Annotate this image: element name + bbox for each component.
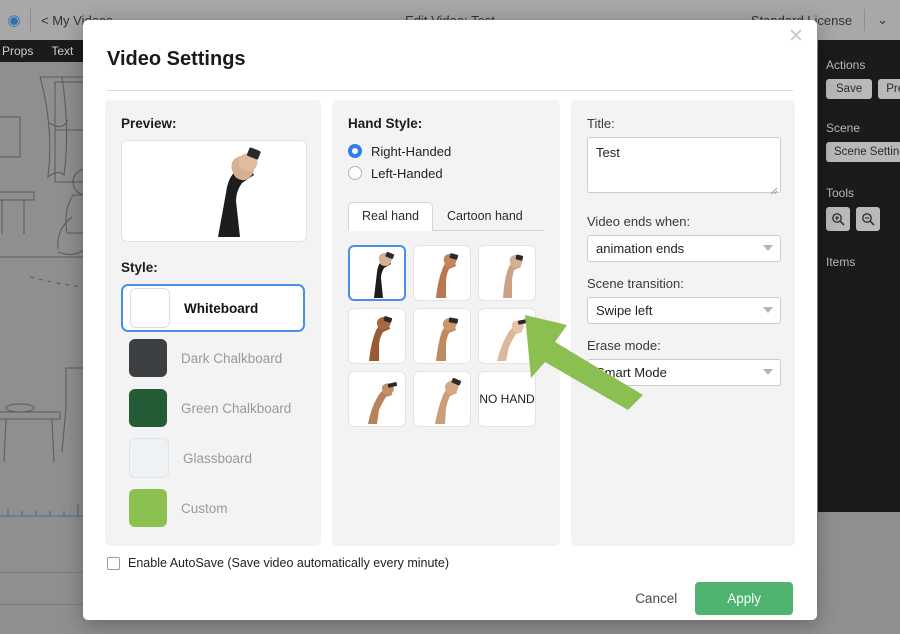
video-settings-form-panel: Title: Video ends when: animation ends S…: [571, 100, 795, 546]
preview-button[interactable]: Prev: [878, 79, 900, 99]
preview-style-panel: Preview: Style: Whiteboard Dark Chalkboa…: [105, 100, 321, 546]
zoom-out-icon[interactable]: [856, 207, 880, 231]
style-option-whiteboard[interactable]: Whiteboard: [121, 284, 305, 332]
save-button[interactable]: Save: [826, 79, 873, 99]
autosave-checkbox[interactable]: [107, 556, 120, 570]
tab-cartoon-hand[interactable]: Cartoon hand: [433, 202, 537, 231]
right-tool-panel: Actions Save Prev Scene Scene Setting To…: [818, 40, 900, 494]
hand-thumb-5[interactable]: [413, 308, 471, 364]
tools-header: Tools: [826, 186, 855, 200]
autosave-row[interactable]: Enable AutoSave (Save video automaticall…: [107, 556, 449, 570]
style-option-label: Custom: [181, 500, 228, 516]
modal-footer: Cancel Apply: [631, 582, 793, 615]
tab-text[interactable]: Text: [49, 44, 73, 58]
title-field-label: Title:: [587, 116, 615, 131]
modal-title-divider: [107, 90, 793, 91]
preview-label: Preview:: [121, 116, 177, 131]
hand-thumb-8[interactable]: [413, 371, 471, 427]
erase-mode-select[interactable]: Smart Mode: [587, 359, 781, 386]
radio-label: Right-Handed: [371, 143, 452, 159]
tools-buttons: [826, 207, 900, 231]
title-input[interactable]: [587, 137, 781, 193]
hand-thumb-7[interactable]: [348, 371, 406, 427]
modal-panels: Preview: Style: Whiteboard Dark Chalkboa…: [105, 100, 795, 546]
hand-thumb-2[interactable]: [413, 245, 471, 301]
cancel-button[interactable]: Cancel: [631, 585, 681, 612]
radio-icon: [348, 166, 362, 180]
erase-mode-label: Erase mode:: [587, 338, 661, 353]
title-field-wrap: [587, 137, 781, 198]
style-swatch: [129, 438, 169, 478]
autosave-label: Enable AutoSave (Save video automaticall…: [128, 556, 450, 570]
radio-left-handed[interactable]: Left-Handed: [348, 162, 544, 184]
hand-thumb-1[interactable]: [348, 245, 406, 301]
video-ends-select-wrap: animation ends: [587, 235, 781, 262]
hand-thumb-6[interactable]: [478, 308, 536, 364]
style-option-label: Whiteboard: [184, 300, 259, 316]
hand-thumbnail-grid: NO HAND: [348, 245, 544, 427]
preview-image: [121, 140, 307, 242]
video-ends-select[interactable]: animation ends: [587, 235, 781, 262]
radio-label: Left-Handed: [371, 165, 443, 181]
style-swatch: [129, 489, 167, 527]
style-option-label: Glassboard: [183, 450, 253, 466]
style-option-custom[interactable]: Custom: [121, 484, 305, 532]
video-ends-label: Video ends when:: [587, 214, 691, 229]
actions-header: Actions: [826, 58, 866, 72]
radio-right-handed[interactable]: Right-Handed: [348, 140, 544, 162]
hand-thumb-3[interactable]: [478, 245, 536, 301]
scene-settings-button[interactable]: Scene Setting: [826, 142, 900, 162]
zoom-in-icon[interactable]: [826, 207, 850, 231]
style-option-label: Green Chalkboard: [181, 400, 292, 416]
items-header: Items: [826, 255, 856, 269]
radio-icon-selected: [348, 144, 362, 158]
scene-transition-select[interactable]: Swipe left: [587, 297, 781, 324]
no-hand-label: NO HAND: [479, 392, 535, 406]
scene-transition-label: Scene transition:: [587, 276, 684, 291]
modal-title: Video Settings: [107, 48, 246, 70]
scene-transition-select-wrap: Swipe left: [587, 297, 781, 324]
scene-header: Scene: [826, 121, 861, 135]
hand-style-panel: Hand Style: Right-Handed Left-Handed Rea…: [332, 100, 560, 546]
actions-buttons: Save Prev: [826, 79, 900, 99]
style-option-dark-chalkboard[interactable]: Dark Chalkboard: [121, 334, 305, 382]
close-icon[interactable]: ✕: [785, 26, 807, 48]
tab-props[interactable]: Props: [0, 44, 33, 58]
apply-button[interactable]: Apply: [695, 582, 793, 615]
right-panel-footer: [818, 494, 900, 512]
hand-thumb-no-hand[interactable]: NO HAND: [478, 371, 536, 427]
erase-mode-select-wrap: Smart Mode: [587, 359, 781, 386]
left-tab-bar: Props Text: [0, 40, 95, 62]
video-settings-modal: ✕ Video Settings Preview: Style: Whitebo…: [83, 20, 817, 620]
style-option-glassboard[interactable]: Glassboard: [121, 434, 305, 482]
style-swatch: [129, 339, 167, 377]
style-label: Style:: [121, 260, 158, 275]
style-swatch: [129, 389, 167, 427]
style-option-label: Dark Chalkboard: [181, 350, 283, 366]
tab-real-hand[interactable]: Real hand: [348, 202, 433, 231]
style-option-green-chalkboard[interactable]: Green Chalkboard: [121, 384, 305, 432]
hand-style-label: Hand Style:: [348, 116, 423, 131]
style-swatch: [130, 288, 170, 328]
hand-thumb-4[interactable]: [348, 308, 406, 364]
hand-type-tabs: Real hand Cartoon hand: [348, 202, 544, 231]
